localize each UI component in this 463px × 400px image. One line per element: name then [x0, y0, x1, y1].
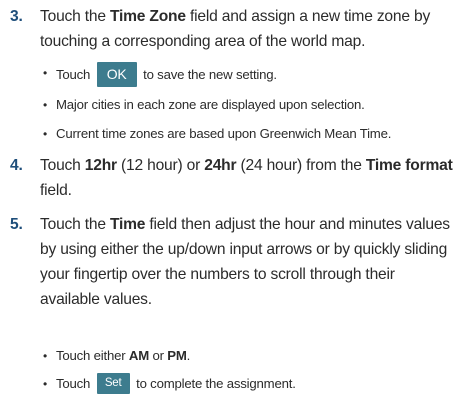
- bullet-item: • Major cities in each zone are displaye…: [0, 95, 463, 115]
- step-text: Touch the Time field then adjust the hou…: [40, 216, 450, 308]
- bullet-dot-icon: •: [43, 98, 48, 112]
- set-button: Set: [96, 373, 130, 395]
- ok-button: OK: [96, 62, 137, 87]
- bullet-dot-icon: •: [43, 377, 48, 391]
- bullet-item: • Touch Set to complete the assignment.: [0, 373, 463, 395]
- bullet-dot-icon: •: [43, 66, 48, 80]
- bullet-item: • Touch OK to save the new setting.: [0, 62, 463, 88]
- step-number: 5.: [10, 216, 23, 233]
- bullet-item: • Current time zones are based upon Gree…: [0, 124, 463, 144]
- step-4: 4. Touch 12hr (12 hour) or 24hr (24 hour…: [0, 153, 463, 203]
- step-text: Touch the Time Zone field and assign a n…: [40, 8, 431, 50]
- bullet-dot-icon: •: [43, 349, 48, 363]
- manual-page: 3. Touch the Time Zone field and assign …: [0, 0, 463, 400]
- bullet-dot-icon: •: [43, 127, 48, 141]
- step-3: 3. Touch the Time Zone field and assign …: [0, 4, 463, 54]
- step-number: 4.: [10, 157, 23, 174]
- step-number: 3.: [10, 8, 23, 25]
- bullet-item: • Touch either AM or PM.: [0, 346, 463, 366]
- step-text: Touch 12hr (12 hour) or 24hr (24 hour) f…: [40, 157, 453, 199]
- step-5: 5. Touch the Time field then adjust the …: [0, 212, 463, 312]
